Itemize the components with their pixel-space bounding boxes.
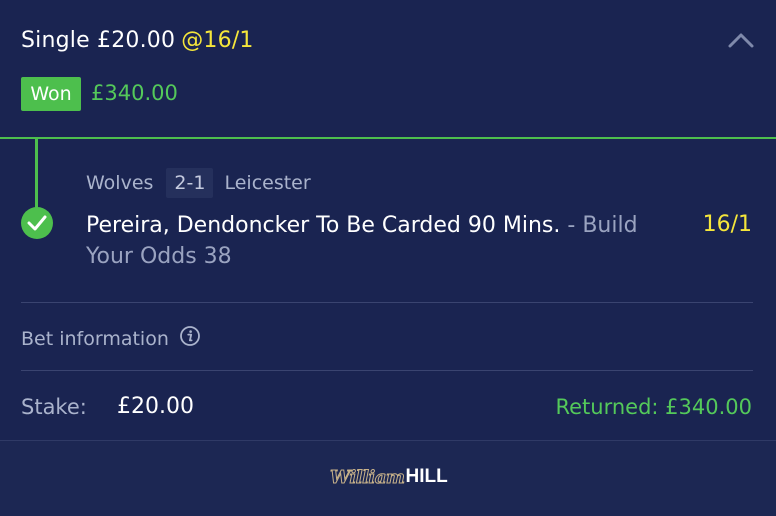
bet-card-header[interactable]: Single £20.00 @16/1 Won £340.00 xyxy=(0,0,776,138)
stake-label: Stake: xyxy=(21,395,87,419)
logo-william: William xyxy=(329,466,405,488)
away-team: Leicester xyxy=(224,172,311,194)
selection-title: Pereira, Dendoncker To Be Carded 90 Mins… xyxy=(86,213,561,238)
info-icon[interactable] xyxy=(179,325,201,352)
bet-information-toggle[interactable]: Bet information xyxy=(21,325,201,352)
divider xyxy=(21,302,753,303)
footer: William HILL xyxy=(0,440,776,516)
selection-separator: - xyxy=(567,213,576,238)
match-info: Wolves 2-1 Leicester xyxy=(86,168,311,198)
logo-hill: HILL xyxy=(405,466,448,487)
win-amount: £340.00 xyxy=(91,81,178,105)
bet-information-label: Bet information xyxy=(21,327,169,350)
william-hill-logo: William HILL xyxy=(329,461,448,493)
status-badge: Won xyxy=(21,77,81,111)
divider xyxy=(21,370,753,371)
bet-title: Single £20.00 @16/1 xyxy=(21,28,254,53)
bet-odds: @16/1 xyxy=(181,28,254,53)
chevron-up-icon[interactable] xyxy=(726,26,756,52)
bet-card: Single £20.00 @16/1 Won £340.00 Wolves 2-… xyxy=(0,0,776,440)
match-score: 2-1 xyxy=(166,168,214,198)
stake-value: £20.00 xyxy=(117,394,194,419)
returned-amount: Returned: £340.00 xyxy=(555,395,752,419)
selection-name: Pereira, Dendoncker To Be Carded 90 Mins… xyxy=(86,210,646,272)
selection-odds: 16/1 xyxy=(702,212,752,237)
bet-type-stake: Single £20.00 xyxy=(21,28,176,53)
home-team: Wolves xyxy=(86,172,154,194)
selection-timeline xyxy=(35,139,38,211)
status-divider xyxy=(0,137,776,139)
checkmark-icon xyxy=(21,207,53,239)
